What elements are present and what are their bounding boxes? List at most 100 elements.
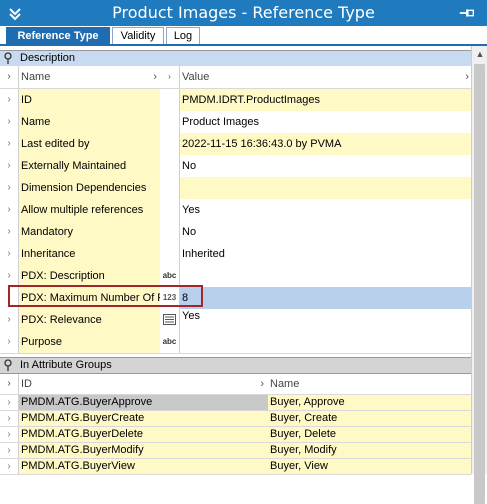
icon-cell (160, 177, 180, 199)
attribute-group-id[interactable]: PMDM.ATG.BuyerCreate (19, 411, 269, 426)
scroll-up-icon[interactable]: ▲ (472, 46, 487, 62)
icon-cell (160, 243, 180, 265)
window-title: Product Images - Reference Type (112, 3, 375, 22)
property-name: Externally Maintained (19, 155, 162, 177)
row-expander-icon[interactable]: › (0, 395, 19, 410)
description-section-header[interactable]: Description (0, 50, 471, 67)
attribute-groups-section-header[interactable]: In Attribute Groups (0, 357, 471, 374)
row-expander-icon[interactable]: › (0, 199, 19, 221)
table-row[interactable]: › Purpose abc (0, 331, 473, 354)
row-expander-icon[interactable]: › (0, 243, 19, 265)
property-name: Allow multiple references (19, 199, 162, 221)
property-value[interactable] (180, 331, 473, 353)
ag-header-row: › ID › Name (0, 374, 473, 395)
row-expander-icon[interactable]: › (0, 459, 19, 474)
row-header-corner: › (0, 374, 19, 394)
id-column-label: ID (21, 378, 32, 390)
property-name: PDX: Relevance (19, 309, 162, 331)
attribute-group-name[interactable]: Buyer, Modify (268, 443, 473, 458)
attribute-group-name[interactable]: Buyer, Approve (268, 395, 473, 410)
property-value[interactable]: No (180, 155, 473, 177)
scrollbar-thumb[interactable] (474, 64, 485, 504)
row-expander-icon[interactable]: › (0, 411, 19, 426)
icon-cell (160, 221, 180, 243)
tab-underline (0, 44, 487, 46)
property-name: Inheritance (19, 243, 162, 265)
table-row[interactable]: › Dimension Dependencies (0, 177, 473, 200)
row-expander-icon[interactable]: › (0, 427, 19, 442)
grid-header-row: › Name › › Value › (0, 66, 473, 89)
tab-log[interactable]: Log (166, 27, 200, 44)
chevron-right-icon: › (260, 378, 264, 390)
property-value[interactable]: Product Images (180, 111, 473, 133)
text-type-icon: abc (160, 265, 180, 287)
property-name: Name (19, 111, 162, 133)
icon-cell (160, 199, 180, 221)
table-row[interactable]: › PMDM.ATG.BuyerCreate Buyer, Create (0, 411, 473, 427)
icon-cell (160, 89, 180, 111)
row-expander-icon[interactable]: › (0, 133, 19, 155)
property-value[interactable]: Yes (180, 309, 473, 331)
row-expander-icon[interactable]: › (0, 331, 19, 353)
row-expander-icon[interactable]: › (0, 309, 19, 331)
value-column-header[interactable]: Value › (180, 66, 473, 88)
property-name: Dimension Dependencies (19, 177, 162, 199)
attribute-group-id[interactable]: PMDM.ATG.BuyerModify (19, 443, 269, 458)
table-row[interactable]: › Allow multiple references Yes (0, 199, 473, 222)
list-type-icon (160, 309, 180, 331)
property-value[interactable]: No (180, 221, 473, 243)
table-row[interactable]: › Inheritance Inherited (0, 243, 473, 266)
table-row[interactable]: › PMDM.ATG.BuyerDelete Buyer, Delete (0, 427, 473, 443)
chevron-right-icon: › (465, 71, 469, 83)
tab-reference-type-label: Reference Type (17, 30, 99, 42)
table-row[interactable]: › Last edited by 2022-11-15 16:36:43.0 by … (0, 133, 473, 156)
vertical-scrollbar[interactable]: ▲ (471, 46, 487, 504)
property-value[interactable] (180, 177, 473, 199)
table-row[interactable]: › ID PMDM.IDRT.ProductImages (0, 89, 473, 112)
table-row[interactable]: › PMDM.ATG.BuyerView Buyer, View (0, 459, 473, 475)
property-value[interactable]: PMDM.IDRT.ProductImages (180, 89, 473, 111)
tab-reference-type[interactable]: Reference Type (6, 27, 110, 44)
table-row[interactable]: › Name Product Images (0, 111, 473, 134)
attribute-group-id[interactable]: PMDM.ATG.BuyerView (19, 459, 269, 474)
pin-icon[interactable] (3, 52, 13, 64)
attribute-group-name[interactable]: Buyer, Create (268, 411, 473, 426)
attribute-group-name[interactable]: Buyer, View (268, 459, 473, 474)
property-value[interactable]: 2022-11-15 16:36:43.0 by PVMA (180, 133, 473, 155)
id-column-header[interactable]: ID › (19, 374, 269, 394)
row-expander-icon[interactable]: › (0, 89, 19, 111)
table-row[interactable]: › PMDM.ATG.BuyerModify Buyer, Modify (0, 443, 473, 459)
name-column-label: Name (21, 71, 51, 83)
property-name: Last edited by (19, 133, 162, 155)
icon-column-header: › (160, 66, 180, 88)
table-row[interactable]: › PDX: Relevance Yes (0, 309, 473, 332)
name-column-label: Name (270, 378, 300, 390)
name-column-header[interactable]: Name › (19, 66, 162, 88)
row-expander-icon[interactable]: › (0, 111, 19, 133)
table-row[interactable]: › Externally Maintained No (0, 155, 473, 178)
property-name: ID (19, 89, 162, 111)
property-value[interactable] (180, 265, 473, 287)
row-expander-icon[interactable]: › (0, 265, 19, 287)
pin-icon[interactable] (3, 359, 13, 371)
pin-icon[interactable] (458, 4, 476, 22)
icon-cell (160, 155, 180, 177)
property-name: PDX: Description (19, 265, 162, 287)
tab-strip: Reference Type Validity Log (0, 26, 487, 45)
row-expander-icon[interactable]: › (0, 155, 19, 177)
row-expander-icon[interactable]: › (0, 221, 19, 243)
name-column-header[interactable]: Name (268, 374, 473, 394)
property-value[interactable]: Inherited (180, 243, 473, 265)
property-value[interactable]: Yes (180, 199, 473, 221)
tab-log-label: Log (173, 30, 193, 42)
tab-validity[interactable]: Validity (112, 27, 164, 44)
attribute-group-id[interactable]: PMDM.ATG.BuyerApprove (19, 395, 269, 410)
attribute-group-id[interactable]: PMDM.ATG.BuyerDelete (19, 427, 269, 442)
row-expander-icon[interactable]: › (0, 177, 19, 199)
table-row[interactable]: › Mandatory No (0, 221, 473, 244)
attribute-groups-section-title: In Attribute Groups (20, 359, 112, 371)
table-row[interactable]: › PMDM.ATG.BuyerApprove Buyer, Approve (0, 395, 473, 411)
property-value[interactable]: 8 (180, 287, 473, 309)
attribute-group-name[interactable]: Buyer, Delete (268, 427, 473, 442)
row-expander-icon[interactable]: › (0, 443, 19, 458)
